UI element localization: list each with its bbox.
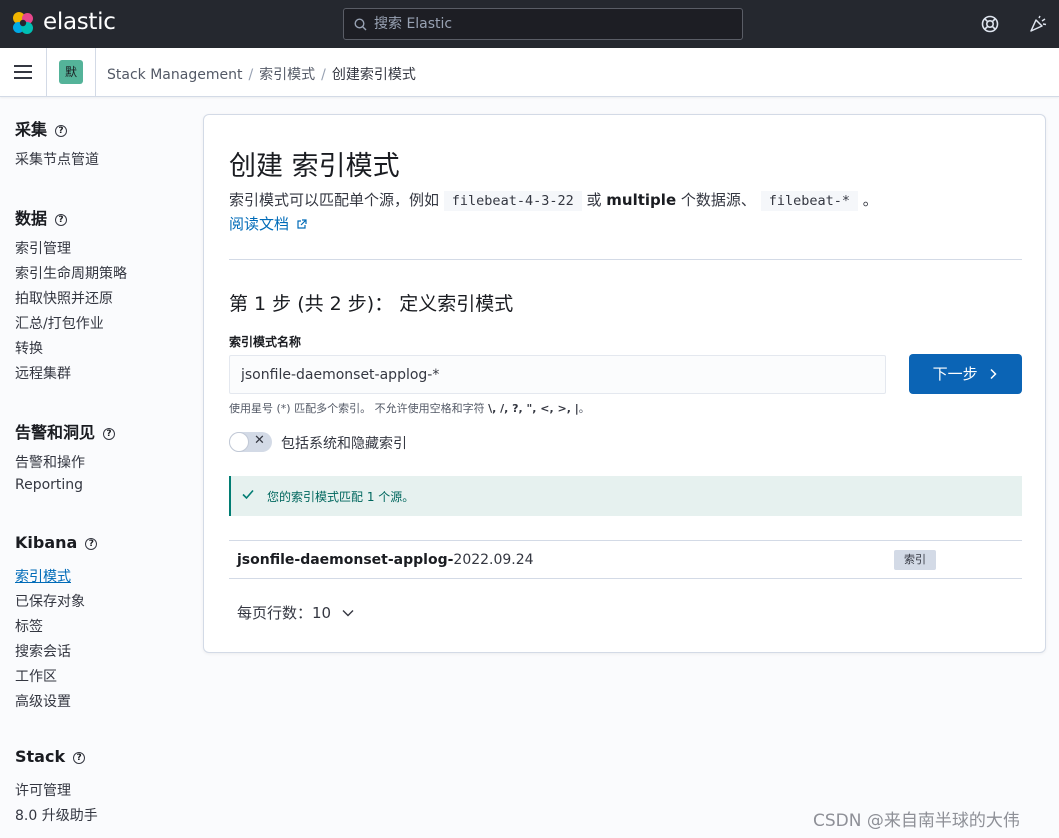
logo-text[interactable]: elastic [43,9,116,35]
sidebar-item-search-sessions[interactable]: 搜索会话 [15,641,71,661]
hamburger-menu-icon[interactable] [14,65,32,79]
page-title: 创建 索引模式 [229,151,400,182]
example-code-wildcard: filebeat-* [760,191,858,211]
help-icon[interactable]: ? [73,752,86,764]
match-success-callout: 您的索引模式匹配 1 个源。 [229,476,1022,516]
sidebar-item-saved-objects[interactable]: 已保存对象 [15,591,85,611]
include-hidden-toggle[interactable]: ✕ [229,432,272,452]
help-icon[interactable]: ? [55,214,68,226]
sidebar-item-index-patterns[interactable]: 索引模式 [15,566,71,586]
chevron-right-icon [990,368,997,380]
space-avatar[interactable]: 默 [59,60,83,84]
sidebar-section-data: 数据? [15,205,68,229]
index-pattern-name-label: 索引模式名称 [229,335,302,349]
sidebar-section-alerts-insights: 告警和洞见? [15,419,116,443]
step-title: 第 1 步 (共 2 步)： 定义索引模式 [229,293,514,315]
divider [95,48,96,97]
global-search[interactable] [343,8,743,40]
read-docs-link[interactable]: 阅读文档 [229,213,307,234]
chevron-down-icon [342,610,354,617]
section-divider [229,259,1022,260]
rows-per-page-selector[interactable]: 每页行数：10 [237,602,354,623]
table-divider [229,578,1022,579]
example-code-single: filebeat-4-3-22 [443,191,582,211]
sidebar-item-transforms[interactable]: 转换 [15,338,43,358]
sidebar-section-ingest: 采集? [15,116,68,140]
toggle-knob [229,432,249,452]
sidebar-item-snapshot-restore[interactable]: 拍取快照并还原 [15,288,113,308]
help-icon[interactable]: ? [55,125,68,137]
help-lifebuoy-icon[interactable] [980,14,1000,34]
elastic-logo-icon[interactable] [10,10,36,36]
index-type-badge: 索引 [894,550,936,570]
breadcrumb-current: 创建索引模式 [331,67,416,83]
sidebar-item-tags[interactable]: 标签 [15,616,43,636]
watermark: CSDN @来自南半球的大伟 [813,811,1020,831]
breadcrumb: Stack Management / 索引模式 / 创建索引模式 [107,67,416,83]
sidebar-item-spaces[interactable]: 工作区 [15,666,57,686]
check-icon [242,489,254,500]
help-icon[interactable]: ? [103,428,116,440]
divider [46,48,47,97]
table-divider [229,540,1022,541]
search-icon [354,18,367,31]
table-row: jsonfile-daemonset-applog-2022.09.24 [237,552,534,568]
sidebar-item-license-management[interactable]: 许可管理 [15,780,71,800]
breadcrumb-stack-management[interactable]: Stack Management [107,67,242,83]
search-input[interactable] [374,14,734,34]
sidebar-item-alerts-actions[interactable]: 告警和操作 [15,452,85,472]
close-icon: ✕ [254,433,265,448]
news-cheer-icon[interactable] [1028,14,1048,34]
sidebar-item-ingest-pipelines[interactable]: 采集节点管道 [15,149,99,169]
sidebar-item-advanced-settings[interactable]: 高级设置 [15,691,71,711]
include-hidden-label: 包括系统和隐藏索引 [281,436,407,452]
next-step-button[interactable]: 下一步 [909,354,1022,394]
breadcrumb-bar: 默 Stack Management / 索引模式 / 创建索引模式 [0,48,1059,97]
create-index-pattern-panel: 创建 索引模式 索引模式可以匹配单个源，例如 filebeat-4-3-22 或… [203,114,1046,653]
external-link-icon [297,219,307,229]
sidebar-item-reporting[interactable]: Reporting [15,477,83,493]
sidebar-item-rollup-jobs[interactable]: 汇总/打包作业 [15,313,104,333]
sidebar-item-index-management[interactable]: 索引管理 [15,238,71,258]
field-help-text: 使用星号 (*) 匹配多个索引。 不允许使用空格和字符 \, /, ?, ", … [229,402,590,415]
sidebar-item-remote-clusters[interactable]: 远程集群 [15,363,71,383]
index-pattern-name-field[interactable] [229,355,886,394]
top-header: elastic [0,0,1059,48]
help-icon[interactable]: ? [85,538,98,550]
page-description: 索引模式可以匹配单个源，例如 filebeat-4-3-22 或 multipl… [229,191,878,211]
breadcrumb-index-patterns[interactable]: 索引模式 [259,67,315,83]
sidebar-section-stack: Stack? [15,747,86,766]
sidebar-item-upgrade-assistant[interactable]: 8.0 升级助手 [15,805,98,825]
sidebar-item-ilm-policies[interactable]: 索引生命周期策略 [15,263,127,283]
index-pattern-name-input[interactable] [241,365,871,385]
sidebar-section-kibana: Kibana? [15,533,98,552]
